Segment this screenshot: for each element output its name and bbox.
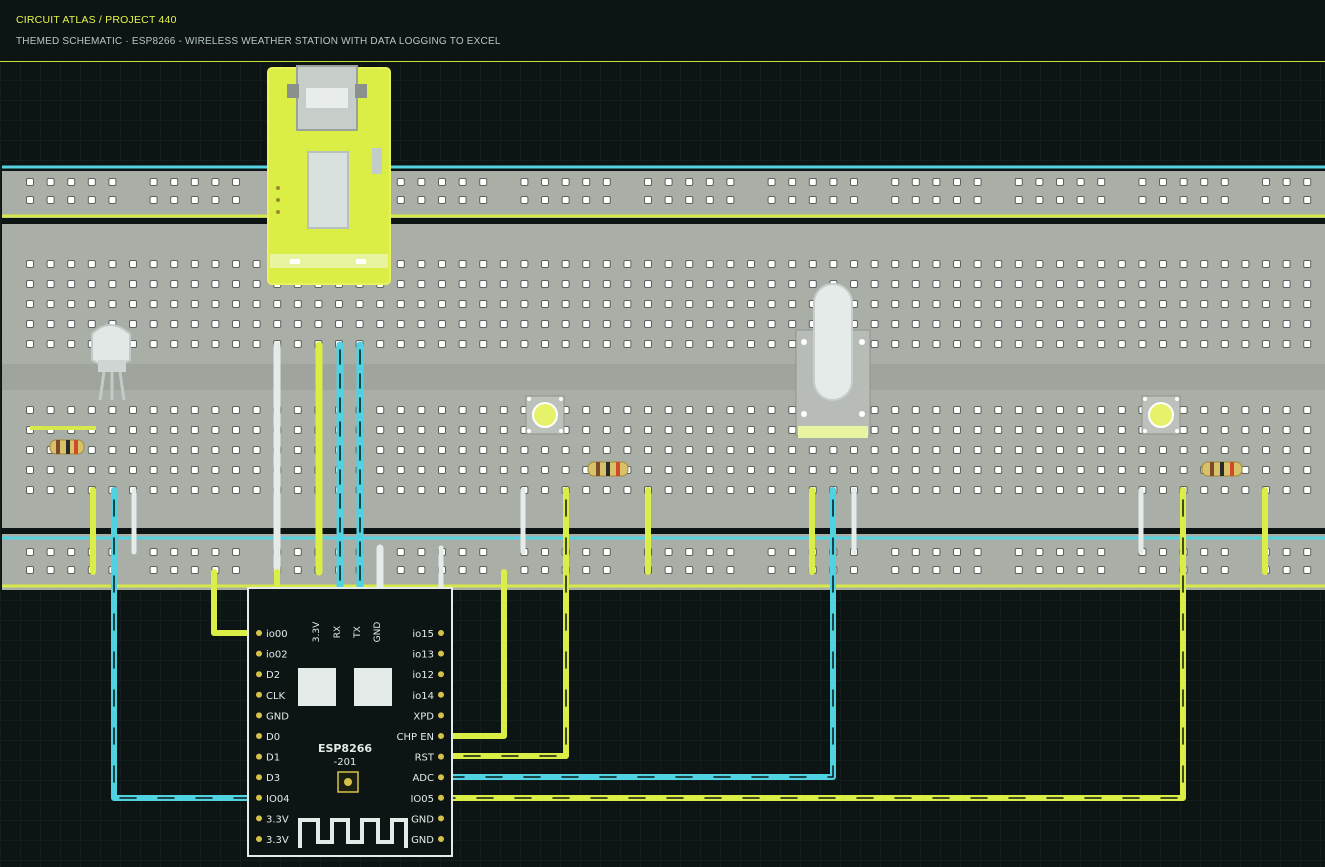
module-right-pin-label: io13 (412, 650, 434, 661)
module-pin-pad (438, 794, 444, 801)
module-left-pin-label: D3 (266, 773, 280, 784)
module-pin-pad (438, 774, 444, 781)
module-pin-pad (438, 630, 444, 636)
center-channel (2, 364, 1325, 390)
module-right-pin-label: io15 (412, 629, 434, 640)
module-left-pin-label: CLK (266, 691, 286, 702)
module-right-pin-label: GND (411, 835, 434, 846)
usb-serial-adapter[interactable] (267, 65, 391, 285)
module-left-pin-label: D1 (266, 753, 280, 764)
resistor-2[interactable] (587, 461, 629, 477)
module-pin-pad (438, 836, 444, 842)
module-variant: -201 (334, 757, 357, 768)
module-right-pin-label: IO05 (410, 794, 434, 805)
module-pin-pad (438, 733, 444, 739)
module-right-pin-label: ADC (412, 773, 434, 784)
module-left-pin-label: D0 (266, 732, 280, 743)
module-right-pin-label: CHP EN (396, 732, 434, 743)
module-top-pin-label: GND (373, 622, 383, 643)
module-pad-right (354, 668, 392, 706)
module-pin-pad (438, 691, 444, 698)
module-left-pin-label: io02 (266, 650, 288, 661)
module-pin-pad (256, 753, 262, 760)
module-pin-pad (256, 691, 262, 698)
module-pin-pad (256, 650, 262, 657)
module-left-pin-label: io00 (266, 629, 288, 640)
module-pin-pad (256, 733, 262, 739)
resistor-3[interactable] (1201, 461, 1243, 477)
module-pad-left (298, 668, 336, 706)
module-left-pin-label: GND (266, 711, 289, 722)
module-left-pin-label: IO04 (266, 794, 290, 805)
module-right-pin-label: io14 (412, 691, 434, 702)
module-right-pin-label: GND (411, 814, 434, 825)
usb-port (306, 88, 348, 108)
module-name: ESP8266 (318, 742, 372, 755)
adapter-chip (307, 151, 349, 229)
module-pin-pad (256, 630, 262, 636)
module-pin-pad (256, 836, 262, 842)
pushbutton-2[interactable] (1141, 395, 1181, 435)
breadboard (2, 162, 1325, 590)
module-right-pin-label: RST (415, 753, 435, 764)
circuit-diagram: ESP8266 -201 3.3V RX TX GND io00 io02 D2 CLK GN… (0, 62, 1325, 867)
module-right-pin-label: XPD (413, 711, 434, 722)
module-pin-pad (438, 753, 444, 760)
module-left-pin-label: D2 (266, 670, 280, 681)
module-pin-pad (438, 650, 444, 657)
module-pin-pad (256, 815, 262, 822)
module-pin-pad (438, 712, 444, 719)
module-left-pin-label: 3.3V (266, 814, 289, 825)
module-top-pin-label: 3.3V (312, 621, 322, 642)
module-left-pin-label: 3.3V (266, 835, 289, 846)
module-pin-pad (256, 712, 262, 719)
module-pin-pad (256, 671, 262, 678)
module-right-pin-label: io12 (412, 670, 434, 681)
module-pin-pad (438, 671, 444, 678)
esp8266-module[interactable]: ESP8266 -201 3.3V RX TX GND io00 io02 D2 CLK GN… (247, 587, 453, 857)
module-pin-pad (438, 815, 444, 822)
pushbutton-1[interactable] (525, 395, 565, 435)
module-top-pin-label: TX (353, 626, 363, 639)
module-pin-pad (256, 774, 262, 781)
module-top-pin-label: RX (333, 626, 343, 638)
schematic-stage: CIRCUIT ATLAS / PROJECT 440 THEMED SCHEM… (0, 0, 1325, 867)
module-pin-pad (256, 794, 262, 801)
